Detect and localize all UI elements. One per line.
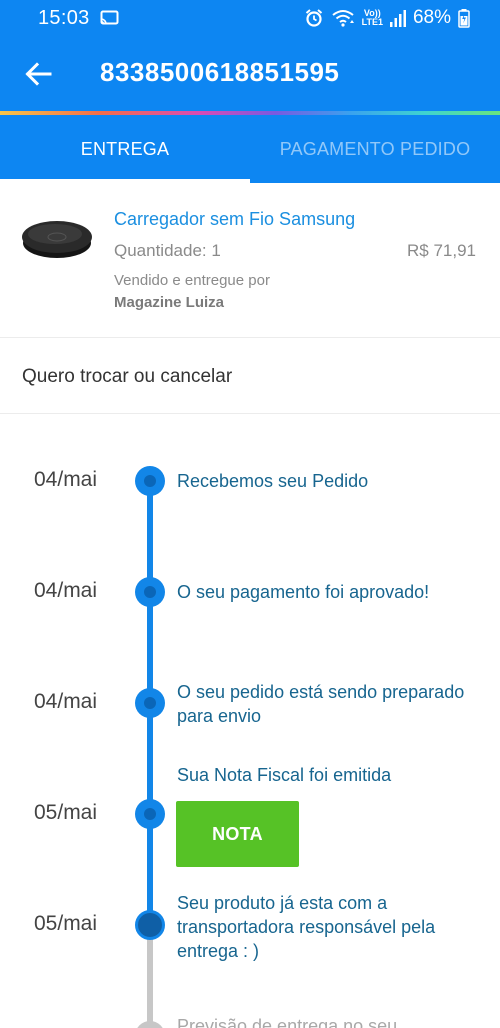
- timeline-dot: [135, 688, 165, 718]
- cast-icon: [100, 10, 119, 25]
- seller-name: Magazine Luiza: [114, 294, 225, 311]
- product-image: [22, 221, 92, 258]
- timeline-step-text: Seu produto já esta com a transportadora…: [177, 893, 436, 961]
- status-icons: Vo)) LTE1 68%: [304, 6, 470, 30]
- tab-pagamento-pedido[interactable]: PAGAMENTO PEDIDO: [250, 115, 500, 183]
- volte-icon: Vo)) LTE1: [362, 9, 383, 27]
- order-number-title: 8338500618851595: [100, 57, 340, 87]
- exchange-cancel-row[interactable]: Quero trocar ou cancelar: [0, 338, 500, 414]
- tab-entrega-label: ENTREGA: [80, 138, 170, 159]
- timeline-dot-pending: [135, 1021, 165, 1028]
- app-bar: 8338500618851595: [0, 36, 500, 112]
- timeline-line-pending: [147, 925, 153, 1028]
- exchange-cancel-label: Quero trocar ou cancelar: [22, 366, 233, 387]
- timeline-step-text: Previsão de entrega no seu: [177, 1016, 398, 1028]
- timeline-date: 04/mai: [34, 690, 98, 713]
- product-quantity: Quantidade: 1: [114, 241, 221, 260]
- tab-pagamento-pedido-label: PAGAMENTO PEDIDO: [279, 138, 471, 159]
- wifi-icon: [332, 10, 354, 27]
- timeline-dot: [135, 799, 165, 829]
- timeline-dot: [135, 466, 165, 496]
- timeline-date: 05/mai: [34, 912, 98, 935]
- alarm-icon: [305, 9, 322, 27]
- volte-label-bottom: LTE1: [361, 17, 383, 27]
- signal-icon: [389, 10, 406, 27]
- tab-bar: ENTREGA PAGAMENTO PEDIDO: [0, 115, 500, 183]
- battery-percent: 68%: [412, 7, 451, 28]
- product-name[interactable]: Carregador sem Fio Samsung: [114, 209, 355, 230]
- timeline-date: 05/mai: [34, 801, 98, 824]
- product-price: R$ 71,91: [407, 241, 476, 260]
- timeline-step-text: Sua Nota Fiscal foi emitida: [177, 765, 392, 785]
- timeline-dot: [135, 577, 165, 607]
- status-bar: 15:03 Vo)) LTE1 68%: [0, 0, 500, 36]
- timeline-step-text: Recebemos seu Pedido: [177, 471, 369, 491]
- battery-icon: [458, 9, 470, 28]
- sold-by-label: Vendido e entregue por: [114, 272, 270, 289]
- timeline-dot-current: [135, 910, 165, 940]
- nota-fiscal-button[interactable]: NOTA: [176, 801, 299, 867]
- product-card[interactable]: Carregador sem Fio Samsung Quantidade: 1…: [0, 183, 500, 338]
- timeline-date: 04/mai: [34, 468, 98, 491]
- tab-entrega[interactable]: ENTREGA: [0, 115, 250, 183]
- status-time: 15:03: [38, 7, 90, 29]
- timeline-date: 04/mai: [34, 579, 98, 602]
- arrow-left-icon[interactable]: [24, 60, 52, 88]
- timeline-step-text: O seu pedido está sendo preparado para e…: [177, 682, 465, 726]
- timeline-step-text: O seu pagamento foi aprovado!: [177, 582, 430, 602]
